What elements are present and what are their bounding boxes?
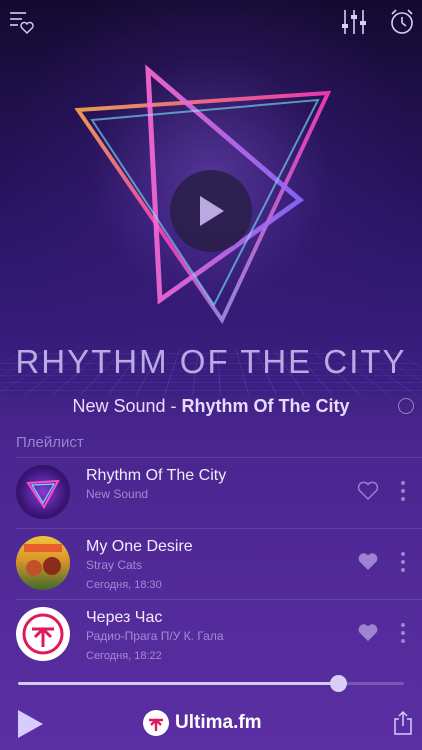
volume-slider[interactable] (18, 675, 404, 692)
heart-filled-icon[interactable] (357, 552, 379, 572)
play-icon (200, 196, 224, 226)
now-playing-artist: New Sound (72, 396, 166, 416)
track-title: My One Desire (86, 538, 193, 555)
equalizer-icon (342, 10, 366, 34)
loading-indicator (398, 398, 414, 414)
volume-slider-fill (18, 682, 339, 685)
track-time: Сегодня, 18:22 (86, 650, 162, 662)
heart-outline-icon[interactable] (357, 481, 379, 501)
heart-filled-icon[interactable] (357, 623, 379, 643)
brand: Ultima.fm (143, 709, 262, 737)
track-cover (16, 536, 70, 590)
artwork-title: RHYTHM OF THE CITY (15, 343, 407, 380)
playlist-item[interactable]: Через Час Радио-Прага П/У К. Гала Сегодн… (0, 599, 422, 671)
more-options-icon[interactable] (394, 550, 412, 574)
play-button[interactable] (16, 709, 44, 739)
ultima-logo-icon (149, 718, 163, 731)
track-artist: Stray Cats (86, 558, 143, 572)
favorites-menu-button[interactable] (8, 8, 36, 36)
equalizer-button[interactable] (340, 8, 368, 36)
track-artist: Радио-Прага П/У К. Гала (86, 629, 224, 643)
alarm-button[interactable] (388, 8, 416, 36)
track-time: Сегодня, 18:30 (86, 579, 162, 591)
track-title: Через Час (86, 609, 163, 626)
more-options-icon[interactable] (394, 621, 412, 645)
brand-logo (143, 710, 169, 736)
volume-slider-thumb[interactable] (330, 675, 348, 692)
now-playing: New Sound - Rhythm Of The City (0, 396, 422, 417)
track-artist: New Sound (86, 487, 149, 501)
share-icon[interactable] (392, 710, 414, 736)
track-cover (16, 465, 70, 519)
track-title: Rhythm Of The City (86, 467, 227, 484)
playlist-item[interactable]: My One Desire Stray Cats Сегодня, 18:30 (0, 528, 422, 600)
alarm-clock-icon (391, 9, 413, 34)
playlist-label: Плейлист (16, 434, 84, 451)
track-cover (16, 607, 70, 661)
playlist-item[interactable]: Rhythm Of The City New Sound (0, 457, 422, 529)
brand-name: Ultima.fm (175, 712, 262, 733)
menu-heart-icon (10, 12, 34, 34)
more-options-icon[interactable] (394, 479, 412, 503)
now-playing-track: Rhythm Of The City (181, 396, 350, 416)
album-artwork: RHYTHM OF THE CITY (0, 0, 422, 395)
now-playing-separator: - (165, 396, 182, 416)
play-button-large[interactable] (170, 170, 252, 252)
